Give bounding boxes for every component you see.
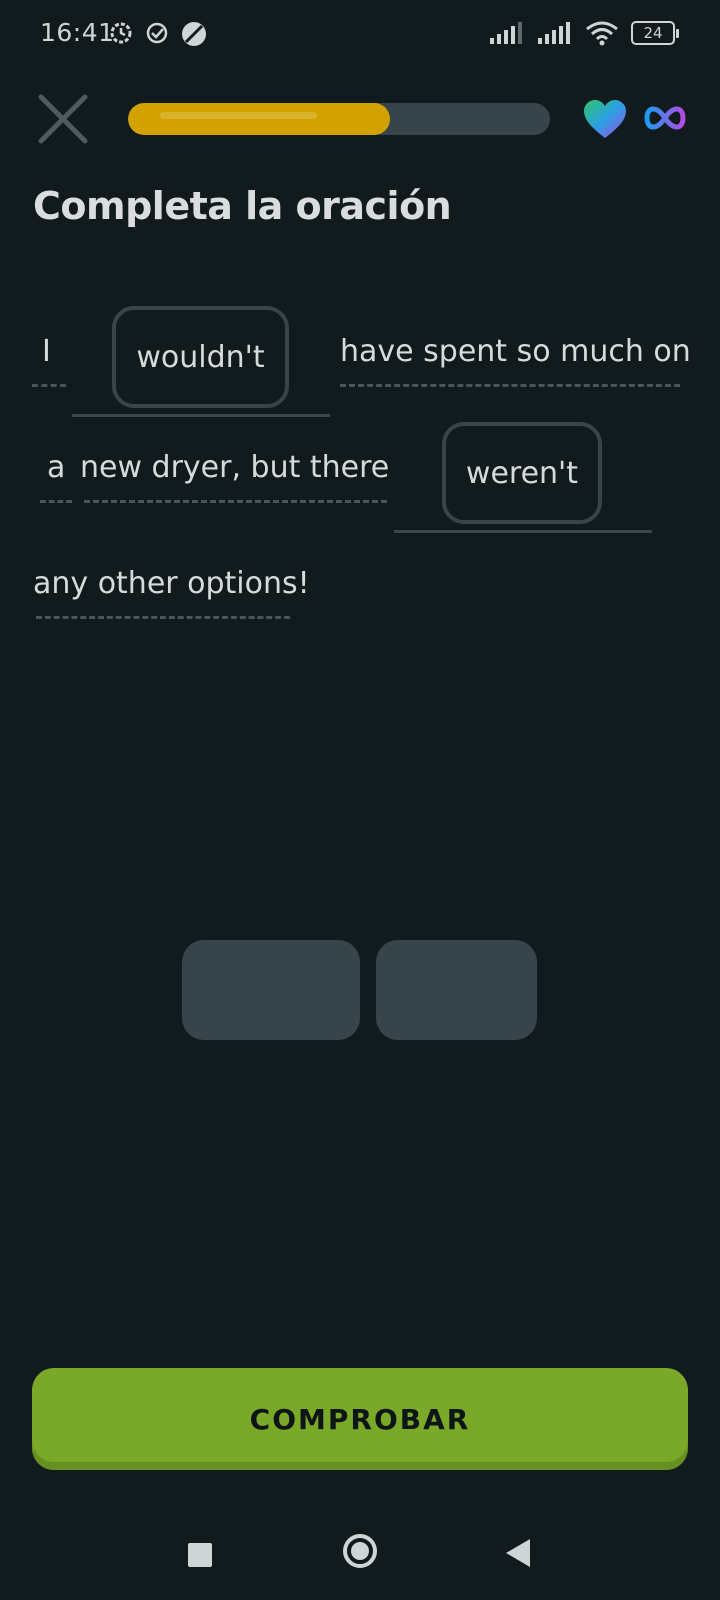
wifi-icon <box>586 21 618 46</box>
data-saver-icon <box>182 22 206 46</box>
back-button[interactable] <box>506 1539 530 1567</box>
heart-icon[interactable] <box>582 98 628 140</box>
word-bank-slot-1 <box>182 940 360 1040</box>
sync-settings-icon <box>110 22 132 44</box>
battery-icon: 24 <box>631 21 679 45</box>
recent-apps-button[interactable] <box>188 1543 212 1567</box>
home-button[interactable] <box>343 1534 377 1568</box>
status-icons-left <box>108 20 208 48</box>
signal-icon-2 <box>538 22 570 44</box>
status-time: 16:41 <box>40 18 115 47</box>
word-underline <box>84 500 387 503</box>
battery-level: 24 <box>643 24 663 42</box>
check-circle-icon <box>146 22 168 44</box>
signal-icon <box>490 22 522 44</box>
sentence-text: any other options! <box>33 566 310 601</box>
answer-chip-2[interactable]: weren't <box>442 422 602 524</box>
answer-chip-1[interactable]: wouldn't <box>112 306 289 408</box>
word-underline <box>40 500 72 503</box>
word-underline <box>340 384 680 387</box>
page-title: Completa la oración <box>33 184 452 228</box>
word-underline <box>36 616 290 619</box>
check-button[interactable]: COMPROBAR <box>32 1368 688 1470</box>
status-icons-right: 24 <box>489 20 679 46</box>
status-bar: 16:41 24 <box>0 0 720 70</box>
progress-fill <box>128 103 390 135</box>
blank-line-2 <box>394 530 652 533</box>
sentence-word: a <box>47 450 66 485</box>
word-underline <box>32 384 66 387</box>
sentence-word: I <box>42 334 51 369</box>
word-bank-slot-2 <box>376 940 537 1040</box>
sentence-text: have spent so much on <box>340 334 691 369</box>
progress-shine <box>160 112 317 119</box>
infinity-icon <box>644 106 686 130</box>
blank-line-1 <box>72 414 330 417</box>
sentence-text: new dryer, but there <box>80 450 390 485</box>
progress-bar <box>128 103 550 135</box>
close-icon[interactable] <box>36 92 90 146</box>
